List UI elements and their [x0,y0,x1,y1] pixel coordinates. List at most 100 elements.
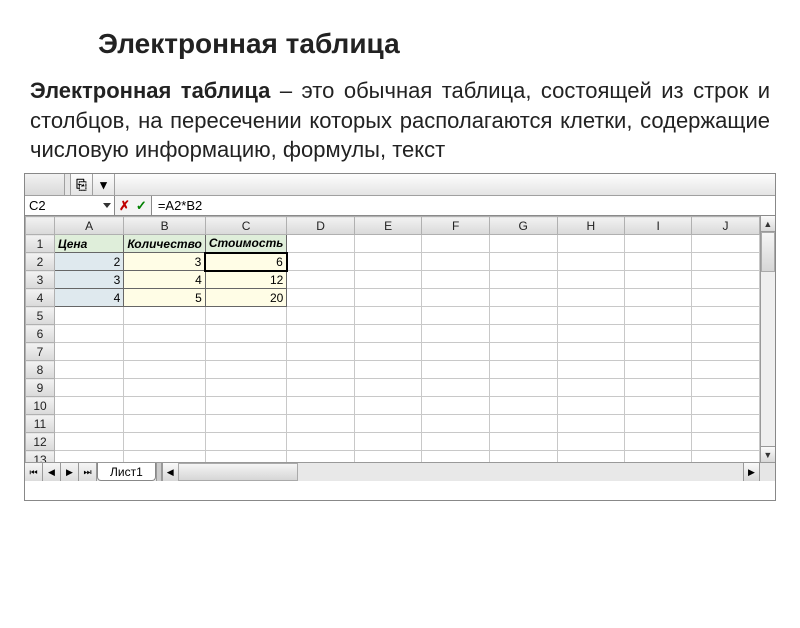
cell[interactable] [422,307,489,325]
cell[interactable] [124,433,205,451]
cell[interactable] [625,271,692,289]
cell[interactable] [287,235,355,253]
cell[interactable] [489,433,557,451]
cell[interactable] [489,235,557,253]
cell[interactable] [54,397,123,415]
cell[interactable] [54,415,123,433]
scroll-up-icon[interactable]: ▲ [761,216,775,232]
cell[interactable] [557,253,625,271]
cell[interactable] [124,325,205,343]
cell[interactable] [205,451,287,463]
scroll-track[interactable] [178,463,743,481]
cell[interactable] [692,415,759,433]
horizontal-scrollbar[interactable]: ◀ ▶ [162,463,759,481]
cell[interactable] [287,307,355,325]
cell[interactable] [54,361,123,379]
cell[interactable] [557,451,625,463]
cell[interactable] [205,343,287,361]
cell[interactable] [124,379,205,397]
cell[interactable] [354,253,422,271]
cell[interactable]: 12 [205,271,287,289]
cell[interactable] [692,235,759,253]
cell[interactable] [354,289,422,307]
cell-grid[interactable]: A B C D E F G H I J 1 Цена Количество Ст… [25,216,760,462]
cell[interactable] [692,253,759,271]
cell[interactable] [287,451,355,463]
cell[interactable] [557,271,625,289]
select-all-corner[interactable] [26,217,55,235]
row-header[interactable]: 12 [26,433,55,451]
row-header[interactable]: 5 [26,307,55,325]
cell[interactable] [54,451,123,463]
cell[interactable]: 5 [124,289,205,307]
scroll-right-icon[interactable]: ▶ [743,463,759,481]
col-header[interactable]: I [625,217,692,235]
cell[interactable]: Стоимость [205,235,287,253]
cell[interactable] [557,361,625,379]
cell[interactable]: 4 [54,289,123,307]
cell[interactable] [625,343,692,361]
cell[interactable] [625,451,692,463]
cell[interactable] [422,361,489,379]
cell[interactable] [422,325,489,343]
tab-prev-icon[interactable]: ◀ [43,463,61,481]
cell[interactable] [625,379,692,397]
cell[interactable] [422,235,489,253]
col-header[interactable]: B [124,217,205,235]
col-header[interactable]: H [557,217,625,235]
cell[interactable] [354,271,422,289]
cell[interactable] [287,433,355,451]
cell[interactable]: 2 [54,253,123,271]
name-box[interactable]: C2 [25,196,115,215]
cell[interactable] [692,271,759,289]
cell[interactable] [625,361,692,379]
cell[interactable]: Цена [54,235,123,253]
cell[interactable] [422,343,489,361]
cell[interactable] [205,379,287,397]
row-header[interactable]: 10 [26,397,55,415]
cell[interactable] [205,361,287,379]
row-header[interactable]: 6 [26,325,55,343]
row-header[interactable]: 2 [26,253,55,271]
cell[interactable] [489,325,557,343]
cell[interactable] [625,325,692,343]
cell[interactable] [625,415,692,433]
row-header[interactable]: 8 [26,361,55,379]
col-header[interactable]: G [489,217,557,235]
cell[interactable] [287,325,355,343]
cell[interactable] [489,253,557,271]
cell[interactable] [557,289,625,307]
cell[interactable] [692,451,759,463]
col-header[interactable]: F [422,217,489,235]
cell[interactable] [692,343,759,361]
cell[interactable] [124,397,205,415]
cell[interactable] [54,433,123,451]
cell[interactable] [287,379,355,397]
cell[interactable]: 3 [54,271,123,289]
toolbar-button[interactable]: ⎘ [71,174,93,195]
cell[interactable] [287,253,355,271]
toolbar-button[interactable]: ▾ [93,174,115,195]
cell[interactable] [287,397,355,415]
cell[interactable] [422,451,489,463]
cell[interactable] [354,433,422,451]
cell[interactable] [205,325,287,343]
cell[interactable] [557,235,625,253]
cell[interactable] [625,253,692,271]
dropdown-icon[interactable] [103,203,111,208]
tab-next-icon[interactable]: ▶ [61,463,79,481]
cell[interactable] [489,361,557,379]
cell[interactable] [422,253,489,271]
cell[interactable] [354,325,422,343]
cell[interactable]: 4 [124,271,205,289]
cell[interactable] [557,433,625,451]
cell[interactable] [557,343,625,361]
row-header[interactable]: 4 [26,289,55,307]
cell[interactable] [692,397,759,415]
scroll-thumb[interactable] [761,232,775,272]
sheet-tab[interactable]: Лист1 [97,463,156,481]
cell[interactable] [692,289,759,307]
cell[interactable] [557,397,625,415]
col-header[interactable]: E [354,217,422,235]
cell[interactable] [625,433,692,451]
